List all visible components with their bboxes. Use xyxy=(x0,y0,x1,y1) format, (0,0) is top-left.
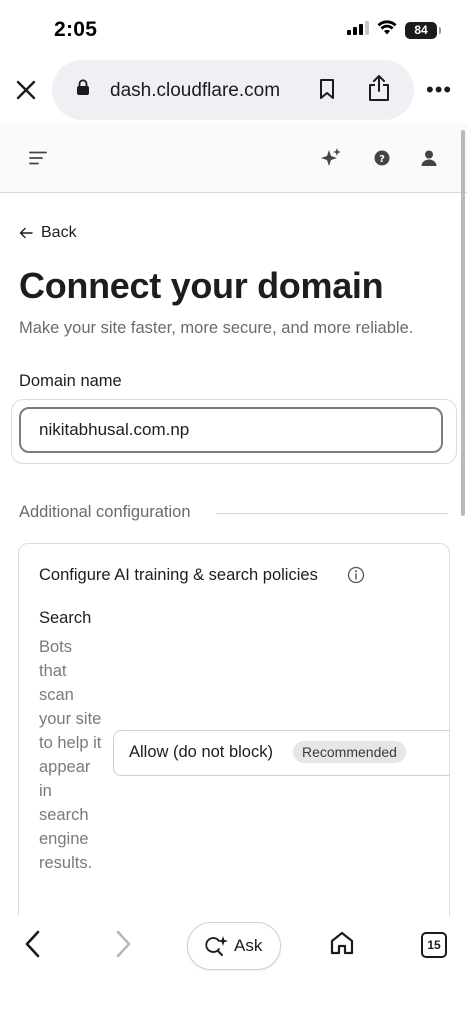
browser-bottom-bar: Ask 15 xyxy=(0,916,467,1011)
policy-selected-value: Allow (do not block) xyxy=(129,743,273,761)
address-bar[interactable]: dash.cloudflare.com xyxy=(52,60,414,120)
info-icon[interactable] xyxy=(347,566,365,589)
share-icon[interactable] xyxy=(367,74,391,107)
domain-name-label: Domain name xyxy=(19,372,122,390)
page-subtitle: Make your site faster, more secure, and … xyxy=(19,319,414,337)
more-options-button[interactable]: ••• xyxy=(426,78,452,102)
domain-input-focus-ring xyxy=(11,399,457,464)
bookmark-icon[interactable] xyxy=(318,78,336,105)
help-icon[interactable]: ? xyxy=(374,150,390,171)
ask-label: Ask xyxy=(234,936,263,955)
page-scrollbar[interactable] xyxy=(461,130,465,516)
cloudflare-header: ? xyxy=(0,124,467,193)
card-title: Configure AI training & search policies xyxy=(39,566,318,584)
web-content: ? Back Connect your domain Make your sit… xyxy=(0,124,467,916)
tabs-count-button[interactable]: 15 xyxy=(421,932,447,958)
lock-icon xyxy=(76,79,90,101)
close-tab-button[interactable] xyxy=(10,74,42,106)
ask-search-sparkle-icon xyxy=(205,935,229,962)
domain-name-input[interactable] xyxy=(19,407,443,453)
back-arrow-icon[interactable] xyxy=(22,930,44,963)
search-policy-label: Search xyxy=(39,609,92,627)
back-link[interactable]: Back xyxy=(19,224,77,242)
ask-button[interactable]: Ask xyxy=(187,922,281,970)
page-title: Connect your domain xyxy=(19,265,384,306)
menu-icon[interactable] xyxy=(29,151,47,170)
wifi-icon xyxy=(377,20,397,40)
ai-policy-card: Configure AI training & search policies … xyxy=(18,543,450,916)
section-divider xyxy=(216,513,448,514)
home-icon[interactable] xyxy=(329,930,355,961)
recommended-badge: Recommended xyxy=(293,741,406,763)
cellular-signal-icon xyxy=(347,20,369,40)
additional-configuration-heading: Additional configuration xyxy=(19,503,191,521)
browser-toolbar: dash.cloudflare.com ••• xyxy=(0,58,467,122)
back-link-label: Back xyxy=(41,224,77,241)
search-policy-description: Bots that scan your site to help it appe… xyxy=(39,638,102,872)
arrow-left-icon xyxy=(19,227,33,239)
svg-text:?: ? xyxy=(379,154,385,165)
ai-sparkle-icon[interactable] xyxy=(320,147,342,174)
search-policy-select[interactable]: Allow (do not block) Recommended xyxy=(113,730,449,776)
status-bar: 2:05 84 xyxy=(0,0,467,60)
user-account-icon[interactable] xyxy=(420,149,438,172)
forward-arrow-icon[interactable] xyxy=(112,930,134,963)
status-time: 2:05 xyxy=(54,18,98,41)
url-text: dash.cloudflare.com xyxy=(110,80,281,101)
close-icon xyxy=(16,80,36,100)
status-icons: 84 xyxy=(347,20,441,40)
battery-indicator: 84 xyxy=(405,21,441,39)
